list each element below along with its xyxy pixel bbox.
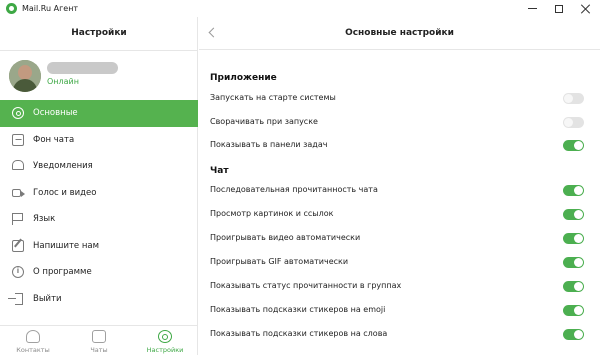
setting-row: Просмотр картинок и ссылок	[199, 203, 600, 227]
setting-row: Показывать подсказки стикеров на слова	[199, 323, 600, 347]
flag-icon	[12, 213, 24, 225]
gear-icon	[12, 107, 24, 119]
settings-icon	[158, 330, 172, 343]
tab-label: Контакты	[16, 346, 50, 354]
setting-label: Сворачивать при запуске	[210, 117, 318, 126]
sidebar-item-about[interactable]: i О программе	[0, 259, 198, 286]
online-status: Онлайн	[47, 77, 79, 86]
sidebar-item-notifications[interactable]: Уведомления	[0, 153, 198, 180]
tab-label: Настройки	[146, 346, 184, 354]
link-preview-toggle[interactable]	[563, 209, 584, 220]
maximize-icon	[555, 4, 563, 13]
sidebar-item-voice-video[interactable]: Голос и видео	[0, 180, 198, 207]
sidebar-item-language[interactable]: Язык	[0, 206, 198, 233]
word-sticker-hints-toggle[interactable]	[563, 329, 584, 340]
edit-icon	[12, 239, 24, 252]
sidebar: Настройки Онлайн Основные Фон чата Уведо…	[0, 17, 198, 355]
setting-label: Просмотр картинок и ссылок	[210, 209, 334, 218]
setting-row: Показывать в панели задач	[199, 134, 600, 158]
autoplay-gif-toggle[interactable]	[563, 257, 584, 268]
setting-label: Проигрывать GIF автоматически	[210, 257, 349, 266]
tab-label: Чаты	[90, 346, 108, 354]
setting-row: Показывать статус прочитанности в группа…	[199, 275, 600, 299]
main-header: Основные настройки	[199, 17, 600, 50]
sidebar-item-label: Язык	[33, 214, 56, 225]
setting-row: Показывать подсказки стикеров на emoji	[199, 299, 600, 323]
setting-row: Сворачивать при запуске	[199, 111, 600, 135]
setting-label: Запускать на старте системы	[210, 93, 336, 102]
mailru-agent-logo-icon	[6, 3, 17, 14]
minimize-on-start-toggle[interactable]	[563, 117, 584, 128]
chat-icon	[92, 330, 106, 343]
section-title-app: Приложение	[210, 73, 277, 83]
tab-settings[interactable]: Настройки	[132, 326, 198, 355]
close-button[interactable]	[573, 0, 597, 17]
tab-contacts[interactable]: Контакты	[0, 326, 66, 355]
contacts-icon	[26, 330, 40, 343]
sidebar-item-feedback[interactable]: Напишите нам	[0, 233, 198, 260]
setting-label: Показывать подсказки стикеров на слова	[210, 329, 388, 338]
avatar[interactable]	[9, 60, 41, 92]
sidebar-item-label: Напишите нам	[33, 240, 100, 251]
setting-label: Показывать подсказки стикеров на emoji	[210, 305, 386, 314]
minimize-button[interactable]	[520, 0, 544, 17]
sidebar-item-label: Выйти	[33, 293, 62, 304]
exit-icon	[8, 292, 23, 305]
minimize-icon	[527, 8, 537, 9]
show-in-taskbar-toggle[interactable]	[563, 140, 584, 151]
video-icon	[12, 188, 25, 197]
divider	[0, 50, 198, 51]
tab-chats[interactable]: Чаты	[66, 326, 132, 355]
maximize-button[interactable]	[547, 0, 571, 17]
sidebar-item-general[interactable]: Основные	[0, 100, 198, 127]
main-panel: Основные настройки Приложение Запускать …	[199, 17, 600, 355]
image-icon	[12, 133, 24, 146]
info-icon: i	[12, 266, 24, 278]
sidebar-item-label: Основные	[33, 108, 78, 119]
group-read-status-toggle[interactable]	[563, 281, 584, 292]
bottom-tabs: Контакты Чаты Настройки	[0, 325, 198, 355]
setting-label: Показывать статус прочитанности в группа…	[210, 281, 402, 290]
setting-label: Проигрывать видео автоматически	[210, 233, 361, 242]
autoplay-video-toggle[interactable]	[563, 233, 584, 244]
page-title: Основные настройки	[345, 28, 454, 38]
setting-row: Последовательная прочитанность чата	[199, 179, 600, 203]
title-bar: Mail.Ru Агент	[0, 0, 600, 17]
autostart-toggle[interactable]	[563, 93, 584, 104]
sidebar-item-label: О программе	[33, 267, 92, 278]
username-redacted	[47, 62, 118, 74]
settings-nav: Основные Фон чата Уведомления Голос и ви…	[0, 100, 198, 312]
sidebar-item-logout[interactable]: Выйти	[0, 286, 198, 313]
sidebar-item-label: Голос и видео	[33, 187, 97, 198]
setting-row: Проигрывать видео автоматически	[199, 227, 600, 251]
section-title-chat: Чат	[210, 166, 229, 176]
close-icon	[580, 4, 590, 14]
sidebar-item-chat-background[interactable]: Фон чата	[0, 127, 198, 154]
setting-row: Проигрывать GIF автоматически	[199, 251, 600, 275]
setting-row: Запускать на старте системы	[199, 87, 600, 111]
sidebar-item-label: Уведомления	[33, 161, 93, 172]
setting-label: Показывать в панели задач	[210, 140, 328, 149]
bell-icon	[12, 160, 24, 170]
sidebar-title: Настройки	[71, 28, 127, 38]
sidebar-item-label: Фон чата	[33, 134, 75, 145]
sequential-read-toggle[interactable]	[563, 185, 584, 196]
emoji-sticker-hints-toggle[interactable]	[563, 305, 584, 316]
setting-label: Последовательная прочитанность чата	[210, 185, 378, 194]
window-title: Mail.Ru Агент	[22, 4, 79, 13]
